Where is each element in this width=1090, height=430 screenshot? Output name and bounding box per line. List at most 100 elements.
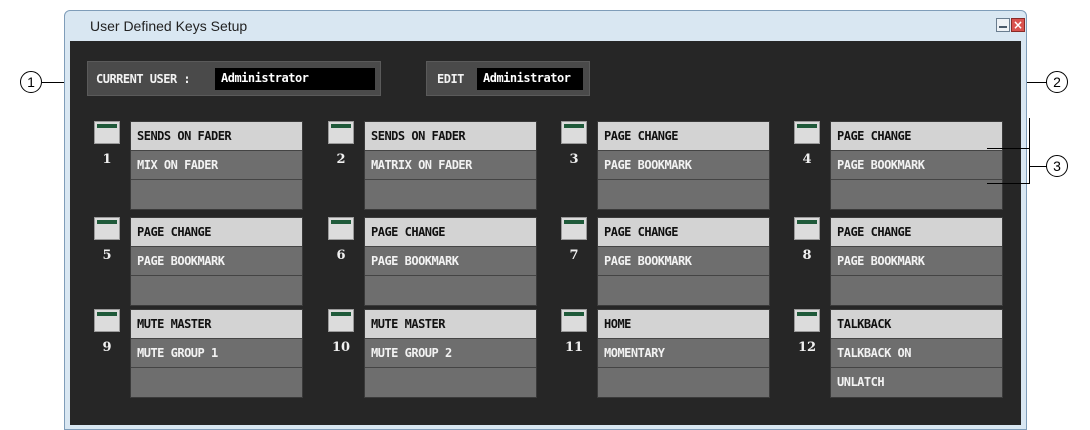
current-user-group: CURRENT USER : Administrator [87, 61, 381, 96]
key-function-line[interactable]: HOME [598, 310, 769, 339]
key-parameter-line[interactable]: PAGE BOOKMARK [598, 151, 769, 180]
key-led-button[interactable] [94, 309, 120, 332]
key-led-button[interactable] [794, 309, 820, 332]
key-option-line[interactable] [598, 276, 769, 305]
key-number: 1 [102, 152, 112, 167]
key-number: 2 [336, 152, 346, 167]
key-led-button[interactable] [561, 121, 587, 144]
key-function-box[interactable]: PAGE CHANGE PAGE BOOKMARK [597, 121, 770, 210]
client-area: CURRENT USER : Administrator EDIT Admini… [70, 41, 1021, 425]
key-led-button[interactable] [328, 217, 354, 240]
key-function-box[interactable]: MUTE MASTER MUTE GROUP 1 [130, 309, 303, 398]
key-function-line[interactable]: MUTE MASTER [365, 310, 536, 339]
user-key-6: 6 PAGE CHANGE PAGE BOOKMARK [328, 217, 558, 307]
key-function-line[interactable]: PAGE CHANGE [365, 218, 536, 247]
key-led-button[interactable] [561, 309, 587, 332]
key-option-line[interactable] [131, 368, 302, 397]
key-option-line[interactable] [131, 276, 302, 305]
key-function-line[interactable]: MUTE MASTER [131, 310, 302, 339]
edit-group: EDIT Administrator [426, 61, 590, 96]
key-function-line[interactable]: PAGE CHANGE [131, 218, 302, 247]
current-user-value: Administrator [215, 68, 375, 90]
key-function-box[interactable]: PAGE CHANGE PAGE BOOKMARK [597, 217, 770, 306]
key-led-button[interactable] [94, 121, 120, 144]
key-function-box[interactable]: MUTE MASTER MUTE GROUP 2 [364, 309, 537, 398]
key-led-button[interactable] [561, 217, 587, 240]
key-option-line[interactable] [831, 276, 1002, 305]
key-function-line[interactable]: SENDS ON FADER [131, 122, 302, 151]
key-function-box[interactable]: TALKBACK TALKBACK ON UNLATCH [830, 309, 1003, 398]
key-function-line[interactable]: PAGE CHANGE [831, 122, 1002, 151]
minimize-button[interactable] [996, 18, 1010, 32]
close-button[interactable]: × [1011, 18, 1025, 32]
user-key-3: 3 PAGE CHANGE PAGE BOOKMARK [561, 121, 791, 211]
edit-label: EDIT [437, 72, 464, 86]
key-parameter-line[interactable]: MOMENTARY [598, 339, 769, 368]
key-number: 4 [802, 152, 812, 167]
key-parameter-line[interactable]: MIX ON FADER [131, 151, 302, 180]
callout-3-bracket-side [1029, 118, 1030, 184]
callout-3-bracket-bottom [987, 183, 1030, 184]
user-key-10: 10 MUTE MASTER MUTE GROUP 2 [328, 309, 558, 399]
key-led-button[interactable] [794, 217, 820, 240]
key-number: 12 [797, 340, 817, 355]
key-option-line[interactable] [365, 276, 536, 305]
user-key-12: 12 TALKBACK TALKBACK ON UNLATCH [794, 309, 1024, 399]
key-number: 7 [569, 248, 579, 263]
user-key-11: 11 HOME MOMENTARY [561, 309, 791, 399]
key-led-button[interactable] [94, 217, 120, 240]
key-function-box[interactable]: HOME MOMENTARY [597, 309, 770, 398]
key-function-box[interactable]: PAGE CHANGE PAGE BOOKMARK [130, 217, 303, 306]
key-parameter-line[interactable]: PAGE BOOKMARK [831, 247, 1002, 276]
key-option-line[interactable] [131, 180, 302, 209]
key-function-box[interactable]: PAGE CHANGE PAGE BOOKMARK [830, 217, 1003, 306]
key-number: 3 [569, 152, 579, 167]
key-parameter-line[interactable]: PAGE BOOKMARK [598, 247, 769, 276]
user-key-1: 1 SENDS ON FADER MIX ON FADER [94, 121, 324, 211]
window: User Defined Keys Setup × CURRENT USER :… [64, 10, 1027, 430]
key-parameter-line[interactable]: TALKBACK ON [831, 339, 1002, 368]
callout-3-bracket-top [987, 148, 1030, 149]
key-option-line[interactable] [598, 180, 769, 209]
key-number: 8 [802, 248, 812, 263]
key-option-line[interactable] [598, 368, 769, 397]
window-title: User Defined Keys Setup [90, 18, 248, 34]
key-parameter-line[interactable]: MUTE GROUP 1 [131, 339, 302, 368]
key-led-button[interactable] [328, 121, 354, 144]
key-number: 9 [102, 340, 112, 355]
key-parameter-line[interactable]: MATRIX ON FADER [365, 151, 536, 180]
key-parameter-line[interactable]: MUTE GROUP 2 [365, 339, 536, 368]
key-function-line[interactable]: PAGE CHANGE [598, 122, 769, 151]
user-key-9: 9 MUTE MASTER MUTE GROUP 1 [94, 309, 324, 399]
user-key-4: 4 PAGE CHANGE PAGE BOOKMARK [794, 121, 1024, 211]
key-function-box[interactable]: PAGE CHANGE PAGE BOOKMARK [364, 217, 537, 306]
key-parameter-line[interactable]: PAGE BOOKMARK [131, 247, 302, 276]
edit-user-select[interactable]: Administrator [477, 68, 583, 90]
key-function-line[interactable]: TALKBACK [831, 310, 1002, 339]
key-function-box[interactable]: SENDS ON FADER MIX ON FADER [130, 121, 303, 210]
key-led-button[interactable] [794, 121, 820, 144]
key-option-line[interactable] [365, 180, 536, 209]
key-function-box[interactable]: SENDS ON FADER MATRIX ON FADER [364, 121, 537, 210]
current-user-label: CURRENT USER : [96, 72, 191, 86]
key-function-line[interactable]: PAGE CHANGE [598, 218, 769, 247]
key-number: 10 [331, 340, 351, 355]
user-key-8: 8 PAGE CHANGE PAGE BOOKMARK [794, 217, 1024, 307]
callout-2: 2 [1046, 71, 1068, 93]
user-key-2: 2 SENDS ON FADER MATRIX ON FADER [328, 121, 558, 211]
key-option-line[interactable]: UNLATCH [831, 368, 1002, 397]
key-number: 6 [336, 248, 346, 263]
key-function-box[interactable]: PAGE CHANGE PAGE BOOKMARK [830, 121, 1003, 210]
key-option-line[interactable] [831, 180, 1002, 209]
key-led-button[interactable] [328, 309, 354, 332]
key-function-line[interactable]: PAGE CHANGE [831, 218, 1002, 247]
key-parameter-line[interactable]: PAGE BOOKMARK [365, 247, 536, 276]
key-number: 5 [102, 248, 112, 263]
callout-3-line [1029, 166, 1047, 167]
key-option-line[interactable] [365, 368, 536, 397]
title-bar[interactable]: User Defined Keys Setup × [65, 11, 1026, 41]
key-parameter-line[interactable]: PAGE BOOKMARK [831, 151, 1002, 180]
key-number: 11 [564, 340, 584, 355]
key-function-line[interactable]: SENDS ON FADER [365, 122, 536, 151]
user-key-7: 7 PAGE CHANGE PAGE BOOKMARK [561, 217, 791, 307]
